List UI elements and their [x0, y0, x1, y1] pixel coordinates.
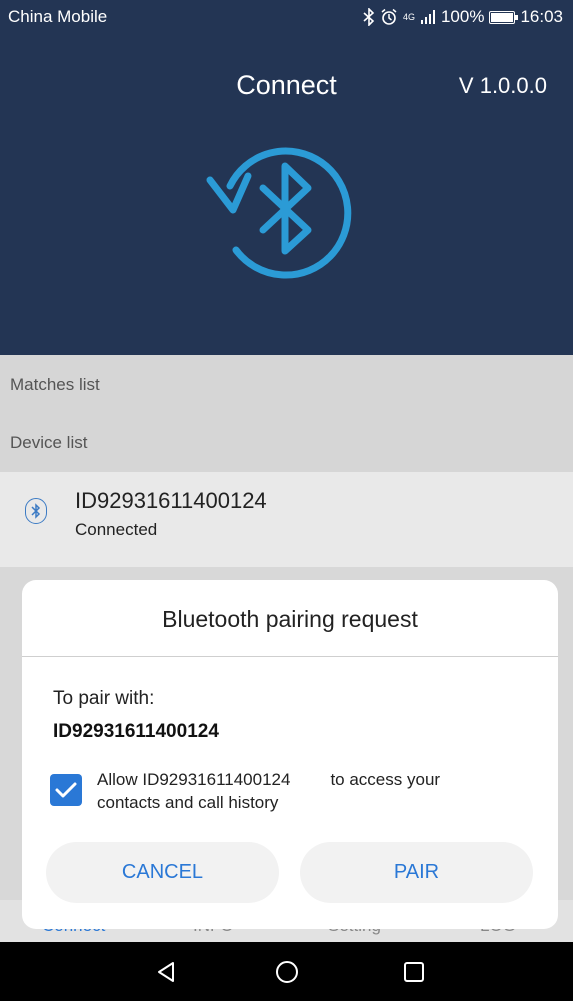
- cancel-button[interactable]: CANCEL: [46, 842, 279, 903]
- version-label: V 1.0.0.0: [458, 73, 547, 98]
- pair-device-id: ID92931611400124: [53, 721, 219, 742]
- carrier-name: China Mobile: [8, 7, 108, 26]
- device-status: Connected: [75, 520, 158, 539]
- system-nav-bar: [0, 942, 573, 1001]
- device-list-label: Device list: [10, 433, 88, 452]
- pair-button[interactable]: PAIR: [300, 842, 533, 903]
- dialog-divider: [22, 656, 558, 657]
- pairing-dialog: Bluetooth pairing request To pair with: …: [22, 580, 558, 929]
- bluetooth-status-icon: [363, 8, 375, 26]
- matches-list-label: Matches list: [10, 375, 100, 394]
- checkmark-icon: [55, 782, 77, 798]
- battery-icon: [489, 10, 519, 24]
- dialog-title: Bluetooth pairing request: [162, 606, 418, 632]
- clock: 16:03: [520, 7, 563, 26]
- recents-icon[interactable]: [402, 960, 426, 984]
- pair-prompt: To pair with:: [53, 688, 155, 709]
- device-name: ID92931611400124: [75, 488, 267, 513]
- network-type: 4G: [402, 12, 415, 22]
- allow-text-suffix: to access your: [330, 770, 441, 789]
- allow-text-prefix: Allow ID92931611400124: [97, 770, 291, 789]
- battery-percent: 100%: [440, 7, 485, 26]
- app-header: Connect V 1.0.0.0: [0, 34, 573, 355]
- status-icons: 4G 100% 16:03: [363, 7, 563, 27]
- alarm-icon: [381, 8, 397, 25]
- status-bar: China Mobile 4G 100% 16:03: [0, 0, 573, 34]
- signal-icon: [420, 10, 435, 24]
- bluetooth-refresh-icon: [206, 147, 352, 279]
- back-icon[interactable]: [154, 960, 178, 984]
- device-list-item[interactable]: ID92931611400124 Connected: [0, 472, 573, 567]
- home-icon[interactable]: [275, 960, 299, 984]
- bluetooth-icon: [25, 498, 47, 524]
- allow-access-label[interactable]: Allow ID92931611400124 to access your con…: [97, 768, 440, 814]
- allow-text-line2: contacts and call history: [97, 793, 279, 812]
- allow-access-checkbox[interactable]: [50, 774, 82, 806]
